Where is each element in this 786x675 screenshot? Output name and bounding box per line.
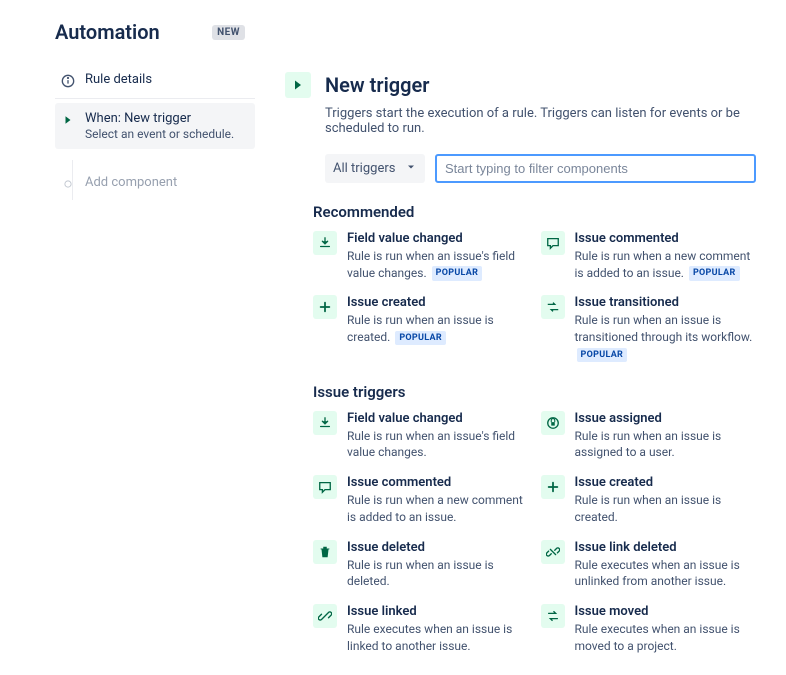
popular-badge: POPULAR: [689, 266, 740, 281]
trigger-grid: Field value changed Rule is run when an …: [313, 231, 756, 363]
play-icon: [61, 113, 75, 127]
plus-icon: [541, 475, 565, 499]
section-title: Issue triggers: [313, 383, 756, 401]
page-title: Automation: [55, 20, 160, 44]
comment-icon: [541, 231, 565, 255]
sidebar-when-trigger[interactable]: When: New trigger Select an event or sch…: [55, 103, 255, 149]
new-badge: NEW: [212, 25, 245, 40]
trigger-desc: Rule executes when an issue is linked to…: [347, 621, 529, 655]
popular-badge: POPULAR: [577, 348, 628, 363]
trigger-item[interactable]: Issue deleted Rule is run when an issue …: [313, 540, 529, 590]
plus-icon: [313, 295, 337, 319]
content-description: Triggers start the execution of a rule. …: [325, 106, 756, 136]
trigger-title: Issue assigned: [575, 411, 757, 428]
trigger-title: Issue created: [347, 295, 529, 312]
trigger-title: Issue commented: [575, 231, 757, 248]
trigger-desc: Rule executes when an issue is moved to …: [575, 621, 757, 655]
trigger-item[interactable]: Field value changed Rule is run when an …: [313, 411, 529, 461]
trigger-filter-dropdown[interactable]: All triggers: [325, 154, 425, 183]
trigger-title: Field value changed: [347, 231, 529, 248]
search-input[interactable]: [435, 154, 756, 183]
transition-icon: [541, 295, 565, 319]
popular-badge: POPULAR: [395, 331, 446, 346]
sidebar-when-subtitle: Select an event or schedule.: [85, 127, 234, 141]
trigger-desc: Rule is run when an issue is assigned to…: [575, 428, 757, 462]
trigger-item[interactable]: Issue created Rule is run when an issue …: [541, 475, 757, 525]
trigger-item[interactable]: Issue commented Rule is run when a new c…: [313, 475, 529, 525]
download-icon: [313, 231, 337, 255]
sidebar-add-component[interactable]: Add component: [55, 167, 255, 199]
info-icon: [61, 74, 75, 88]
trigger-grid: Field value changed Rule is run when an …: [313, 411, 756, 655]
trigger-desc: Rule is run when an issue is deleted.: [347, 557, 529, 591]
trigger-desc: Rule executes when an issue is unlinked …: [575, 557, 757, 591]
swap-icon: [541, 604, 565, 628]
sidebar-rule-details[interactable]: Rule details: [55, 64, 255, 99]
sidebar-when-title: When: New trigger: [85, 111, 234, 126]
link-icon: [313, 604, 337, 628]
trigger-item[interactable]: Issue created Rule is run when an issue …: [313, 295, 529, 362]
chevron-down-icon: [405, 161, 417, 177]
trigger-title: Issue link deleted: [575, 540, 757, 557]
unlink-icon: [541, 540, 565, 564]
content-title: New trigger: [325, 73, 429, 97]
trigger-desc: Rule is run when an issue's field value …: [347, 428, 529, 462]
trigger-item[interactable]: Issue linked Rule executes when an issue…: [313, 604, 529, 654]
trigger-item[interactable]: Field value changed Rule is run when an …: [313, 231, 529, 281]
sidebar-add-label: Add component: [85, 175, 177, 190]
trigger-title: Field value changed: [347, 411, 529, 428]
trigger-title: Issue linked: [347, 604, 529, 621]
popular-badge: POPULAR: [432, 266, 483, 281]
trigger-item[interactable]: Issue transitioned Rule is run when an i…: [541, 295, 757, 362]
sidebar: Rule details When: New trigger Select an…: [55, 64, 255, 675]
trigger-desc: Rule is run when an issue is transitione…: [575, 312, 757, 362]
trigger-item[interactable]: Issue assigned Rule is run when an issue…: [541, 411, 757, 461]
trigger-item[interactable]: Issue moved Rule executes when an issue …: [541, 604, 757, 654]
trigger-item[interactable]: Issue commented Rule is run when a new c…: [541, 231, 757, 281]
trigger-title: Issue transitioned: [575, 295, 757, 312]
connector-rail: [72, 160, 73, 200]
content-header: New trigger: [285, 72, 756, 98]
content: New trigger Triggers start the execution…: [285, 64, 756, 675]
sidebar-rule-details-label: Rule details: [85, 72, 152, 87]
section-title: Recommended: [313, 203, 756, 221]
trigger-desc: Rule is run when an issue's field value …: [347, 248, 529, 282]
trigger-desc: Rule is run when a new comment is added …: [575, 248, 757, 282]
download-icon: [313, 411, 337, 435]
play-icon: [285, 72, 311, 98]
filter-row: All triggers: [325, 154, 756, 183]
trash-icon: [313, 540, 337, 564]
lock-icon: [541, 411, 565, 435]
dropdown-label: All triggers: [333, 161, 395, 176]
trigger-title: Issue moved: [575, 604, 757, 621]
trigger-title: Issue deleted: [347, 540, 529, 557]
comment-icon: [313, 475, 337, 499]
trigger-title: Issue created: [575, 475, 757, 492]
trigger-desc: Rule is run when a new comment is added …: [347, 492, 529, 526]
trigger-desc: Rule is run when an issue is created.: [575, 492, 757, 526]
trigger-desc: Rule is run when an issue is created. PO…: [347, 312, 529, 346]
trigger-title: Issue commented: [347, 475, 529, 492]
trigger-item[interactable]: Issue link deleted Rule executes when an…: [541, 540, 757, 590]
